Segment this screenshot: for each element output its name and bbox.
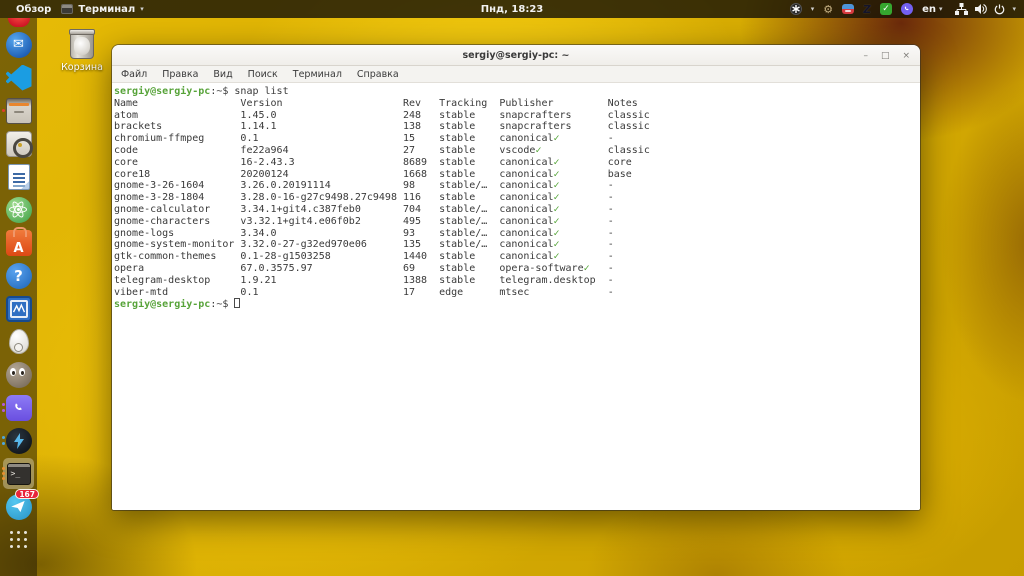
z-indicator-icon[interactable]: Z xyxy=(862,3,871,16)
dock-item-help[interactable]: ? xyxy=(0,259,37,292)
terminal-window: sergiy@sergiy-pc: ~ – □ × Файл Правка Ви… xyxy=(112,45,920,510)
vscode-icon xyxy=(5,64,32,91)
app-grid-icon xyxy=(9,530,28,549)
menu-help[interactable]: Справка xyxy=(357,69,399,80)
opera-icon xyxy=(7,18,30,27)
dock-item-writer[interactable] xyxy=(0,160,37,193)
dock-item-file-drawer[interactable] xyxy=(0,94,37,127)
terminal-line: core 16-2.43.3 8689 stable canonical✓ co… xyxy=(114,156,632,168)
trash-icon xyxy=(69,29,95,59)
dock-item-zap[interactable] xyxy=(0,424,37,457)
terminal-icon: >_ xyxy=(6,462,31,485)
keyboard-layout-indicator[interactable]: en ▾ xyxy=(922,4,942,15)
terminal-line: gnome-characters v3.32.1+git4.e06f0b2 49… xyxy=(114,215,614,227)
network-wired-icon[interactable] xyxy=(955,3,969,15)
menu-edit[interactable]: Правка xyxy=(162,69,198,80)
speaker-box-icon xyxy=(5,130,33,158)
chevron-down-icon: ▾ xyxy=(938,5,943,13)
terminal-line: code fe22a964 27 stable vscode✓ classic xyxy=(114,144,650,156)
chevron-down-icon: ▾ xyxy=(1012,5,1016,13)
system-monitor-icon xyxy=(5,295,32,322)
dock-item-atom[interactable] xyxy=(0,193,37,226)
activities-button[interactable]: Обзор xyxy=(16,4,51,15)
indicator-circle-icon[interactable] xyxy=(789,3,802,15)
dock-item-vscode[interactable] xyxy=(0,61,37,94)
terminal-menubar: Файл Правка Вид Поиск Терминал Справка xyxy=(112,66,920,83)
app-menu-label: Терминал xyxy=(78,3,136,15)
terminal-cursor xyxy=(234,298,241,309)
viber-icon[interactable] xyxy=(901,3,914,15)
terminal-line: telegram-desktop 1.9.21 1388 stable tele… xyxy=(114,274,614,286)
minimize-button[interactable]: – xyxy=(863,51,868,61)
telegram-badge: 167 xyxy=(15,489,39,499)
help-icon: ? xyxy=(5,262,32,289)
show-applications-button[interactable] xyxy=(0,523,37,556)
file-drawer-icon xyxy=(5,97,32,124)
menu-view[interactable]: Вид xyxy=(213,69,232,80)
dock-item-terminal[interactable]: >_ xyxy=(0,457,37,490)
menu-terminal[interactable]: Терминал xyxy=(293,69,342,80)
terminal-line: gnome-system-monitor 3.32.0-27-g32ed970e… xyxy=(114,239,614,251)
dock-item-viber[interactable] xyxy=(0,391,37,424)
terminal-line: atom 1.45.0 248 stable snapcrafters clas… xyxy=(114,109,650,121)
terminal-line: gtk-common-themes 0.1-28-g1503258 1440 s… xyxy=(114,251,614,263)
gimp-icon xyxy=(5,361,32,388)
dock-item-opera[interactable] xyxy=(0,18,37,28)
terminal-line: viber-mtd 0.1 17 edge mtsec - xyxy=(114,286,614,298)
maximize-button[interactable]: □ xyxy=(881,51,890,61)
dock-item-gimp[interactable] xyxy=(0,358,37,391)
window-title: sergiy@sergiy-pc: ~ xyxy=(462,49,570,61)
atom-icon xyxy=(5,196,32,223)
terminal-line: gnome-calculator 3.34.1+git4.c387feb0 70… xyxy=(114,203,614,215)
check-square-icon[interactable]: ✓ xyxy=(880,3,893,15)
menu-search[interactable]: Поиск xyxy=(248,69,278,80)
terminal-line: brackets 1.14.1 138 stable snapcrafters … xyxy=(114,121,650,133)
terminal-line: gnome-3-26-1604 3.26.0.20191114 98 stabl… xyxy=(114,180,614,192)
top-bar: Обзор Терминал ▾ Пнд, 18:23 ▾ ⚙ Z ✓ en▾ xyxy=(0,0,1024,18)
egg-timer-icon xyxy=(8,329,29,354)
terminal-line: chromium-ffmpeg 0.1 15 stable canonical✓… xyxy=(114,133,614,145)
dock-item-egg[interactable] xyxy=(0,325,37,358)
terminal-line: core18 20200124 1668 stable canonical✓ b… xyxy=(114,168,632,180)
terminal-line: Name Version Rev Tracking Publisher Note… xyxy=(114,97,638,109)
zap-icon xyxy=(5,427,32,454)
power-icon[interactable] xyxy=(994,3,1005,15)
terminal-line: gnome-logs 3.34.0 93 stable/… canonical✓… xyxy=(114,227,614,239)
terminal-output[interactable]: sergiy@sergiy-pc:~$ snap list Name Versio… xyxy=(112,83,920,510)
terminal-line: sergiy@sergiy-pc:~$ xyxy=(114,298,918,311)
chevron-down-icon: ▾ xyxy=(810,5,815,13)
chevron-down-icon: ▾ xyxy=(140,5,144,13)
viber-icon xyxy=(5,394,32,421)
dock-item-speaker-box[interactable] xyxy=(0,127,37,160)
trash-shortcut[interactable]: Корзина xyxy=(56,29,108,73)
app-menu[interactable]: Терминал ▾ xyxy=(61,3,144,15)
terminal-line: gnome-3-28-1804 3.28.0-16-g27c9498.27c94… xyxy=(114,192,614,204)
trash-label: Корзина xyxy=(61,62,103,73)
menu-file[interactable]: Файл xyxy=(121,69,147,80)
gear-icon[interactable]: ⚙ xyxy=(823,4,833,15)
dock-item-software[interactable]: A xyxy=(0,226,37,259)
dock-item-thunderbird[interactable]: ✉ xyxy=(0,28,37,61)
ubuntu-software-icon: A xyxy=(5,226,32,256)
terminal-icon xyxy=(61,4,74,14)
terminal-line: sergiy@sergiy-pc:~$ snap list xyxy=(114,86,289,97)
dock: ✉ A ? >_ 167 xyxy=(0,18,39,576)
terminal-line: opera 67.0.3575.97 69 stable opera-softw… xyxy=(114,262,614,274)
thunderbird-icon: ✉ xyxy=(5,31,32,58)
volume-icon[interactable] xyxy=(975,3,988,15)
close-button[interactable]: × xyxy=(902,51,910,61)
recorder-icon[interactable] xyxy=(842,4,855,14)
dock-item-telegram[interactable]: 167 xyxy=(0,489,39,523)
libreoffice-writer-icon xyxy=(7,163,30,190)
dock-item-system-monitor[interactable] xyxy=(0,292,37,325)
window-titlebar[interactable]: sergiy@sergiy-pc: ~ – □ × xyxy=(112,45,920,66)
